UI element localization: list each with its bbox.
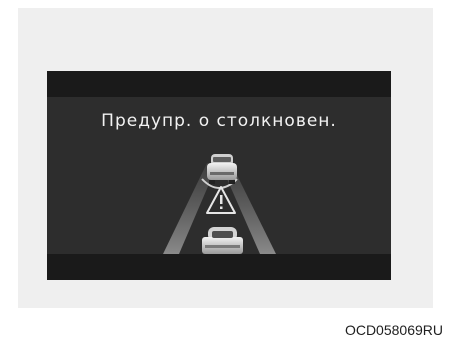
own-vehicle-icon [202, 227, 243, 254]
display-bottom-band [47, 254, 391, 280]
figure-code-label: OCD058069RU [344, 322, 443, 338]
collision-scene [163, 154, 276, 254]
lead-vehicle-icon [207, 154, 237, 184]
warning-triangle-icon [206, 186, 236, 214]
cluster-display: Предупр. о столкновен. [47, 71, 391, 280]
